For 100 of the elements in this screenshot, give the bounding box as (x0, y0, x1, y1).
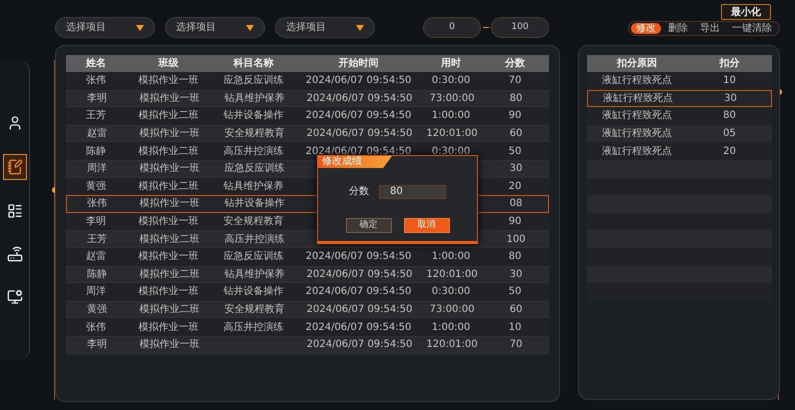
dropdown-placeholder: 选择项目 (66, 20, 106, 35)
dropdown-placeholder: 选择项目 (176, 20, 216, 35)
table-row[interactable]: 张伟 模拟作业一班 应急反应训练 2024/06/07 09:54:50 0:30:00 70 (66, 72, 549, 90)
table-cell-text: 2024/06/07 09:54:50 (306, 338, 412, 352)
max-input[interactable]: 100 (491, 17, 549, 38)
table-cell-text: 2024/06/07 09:54:50 (306, 127, 412, 142)
table-cell-text: 80 (508, 250, 522, 264)
table-cell-text: 黄强 (86, 180, 106, 194)
table-cell-text: 安全规程教育 (224, 126, 284, 142)
confirm-button[interactable]: 确定 (346, 218, 392, 233)
table-row[interactable]: 李明 模拟作业一班 钻具维护保养 2024/06/07 09:54:50 73:00:00 80 (66, 90, 549, 108)
column-header: 班级 (157, 56, 180, 71)
table-cell-text: 钻井设备操作 (224, 108, 284, 124)
table-cell-text: 2024/06/07 09:54:50 (306, 250, 412, 264)
table-cell-text: 2024/06/07 09:54:50 (306, 320, 412, 335)
table-row[interactable]: 周洋 模拟作业一班 钻井设备操作 2024/06/07 09:54:50 0:30:00 50 (66, 283, 549, 301)
table-cell-text: 钻井设备操作 (224, 196, 284, 212)
table-cell-text: 2024/06/07 09:54:50 (306, 285, 412, 300)
table-cell-text: 80 (723, 109, 736, 124)
table-cell-text: 张伟 (86, 320, 106, 335)
table-cell-text: 1:00:00 (432, 250, 470, 264)
table-row[interactable]: 液缸行程致死点 05 (587, 124, 772, 142)
table-row[interactable]: 李明 模拟作业一班 2024/06/07 09:54:50 120:01:00 70 (66, 336, 549, 354)
table-cell-text: 液缸行程致死点 (602, 126, 672, 142)
table-row[interactable]: 张伟 模拟作业一班 高压井控演练 2024/06/07 09:54:50 1:00:00 10 (66, 318, 549, 336)
table-row[interactable]: 液缸行程致死点 30 (587, 90, 772, 108)
table-row[interactable]: 液缸行程致死点 20 (587, 142, 772, 160)
table-cell-text: 1:00:00 (432, 320, 470, 335)
table-cell-text: 2024/06/07 09:54:50 (306, 109, 412, 124)
table-cell-text: 20 (723, 144, 736, 159)
min-input[interactable]: 0 (423, 17, 481, 38)
table-cell-text: 钻具维护保养 (224, 268, 284, 282)
action-tab[interactable]: 删除 (663, 23, 693, 34)
table-cell-text: 模拟作业一班 (138, 284, 198, 300)
table-cell-text: 模拟作业二班 (140, 302, 200, 318)
table-cell-text: 0:30:00 (432, 74, 470, 88)
table-row[interactable]: 液缸行程致死点 10 (587, 72, 772, 90)
action-tab[interactable]: 一键清除 (727, 23, 777, 34)
table-cell-text: 模拟作业一班 (140, 126, 200, 142)
dropdown-placeholder: 选择项目 (286, 20, 326, 35)
table-cell-text: 0:30:00 (432, 144, 470, 159)
table-cell-text: 李明 (86, 214, 106, 230)
table-cell-text: 30 (724, 92, 737, 106)
column-header: 分数 (504, 56, 526, 71)
table-cell-text: 模拟作业一班 (140, 338, 200, 352)
column-header: 扣分 (718, 56, 740, 71)
table-cell-text: 20 (508, 180, 522, 194)
table-cell-text: 周洋 (86, 285, 106, 300)
table-cell-text: 2024/06/07 09:54:50 (306, 74, 412, 88)
table-cell-text: 10 (508, 320, 522, 335)
table-cell-text: 模拟作业一班 (138, 250, 198, 264)
table-cell-text: 70 (510, 338, 522, 352)
table-cell-text: 2024/06/07 09:54:50 (306, 303, 412, 318)
dialog-title: 修改成绩 (318, 156, 392, 168)
table-cell-text: 黄强 (87, 302, 107, 318)
action-tab[interactable]: 导出 (695, 23, 725, 34)
table-cell-text: 60 (510, 127, 522, 142)
table-cell-text: 液缸行程致死点 (602, 108, 672, 124)
table-row[interactable]: 陈静 模拟作业二班 钻具维护保养 2024/06/07 09:54:50 120:01:00 30 (66, 266, 549, 284)
table-cell-text: 液缸行程致死点 (602, 144, 672, 159)
table-cell-text: 模拟作业一班 (138, 320, 198, 335)
monitor-icon (6, 289, 22, 305)
table-cell-text: 高压井控演练 (224, 144, 284, 159)
minimize-button[interactable]: 最小化 (721, 4, 771, 20)
table-row[interactable]: 黄强 模拟作业二班 安全规程教育 2024/06/07 09:54:50 73:00:00 60 (66, 300, 549, 318)
table-cell-text: 120:01:00 (426, 127, 478, 142)
table-row[interactable]: 王芳 模拟作业二班 钻井设备操作 2024/06/07 09:54:50 1:00:00 90 (66, 107, 549, 125)
table-cell-text: 液缸行程致死点 (603, 92, 673, 106)
table-cell-text: 90 (508, 109, 522, 124)
table-cell-text: 钻具维护保养 (224, 180, 284, 194)
table-cell-text: 2024/06/07 09:54:50 (306, 268, 412, 282)
table-row[interactable]: 赵雷 模拟作业一班 应急反应训练 2024/06/07 09:54:50 1:00:00 80 (66, 248, 549, 266)
table-row[interactable]: 液缸行程致死点 80 (587, 107, 772, 125)
table-cell-text: 王芳 (87, 232, 107, 247)
table-cell-text: 王芳 (86, 108, 106, 124)
table-cell-text: 05 (723, 127, 736, 142)
table-cell-text: 模拟作业二班 (138, 108, 198, 124)
person-icon (6, 115, 22, 131)
table-cell-text: 模拟作业一班 (140, 196, 200, 212)
table-cell-text: 30 (510, 162, 522, 176)
table-cell-text: 模拟作业二班 (138, 144, 198, 159)
table-cell-text: 陈静 (87, 268, 107, 282)
table-cell-text: 50 (508, 285, 522, 300)
sidebar-item[interactable] (2, 154, 26, 180)
table-cell-text: 李明 (87, 338, 107, 352)
caret-icon (246, 24, 254, 30)
table-cell-text: 液缸行程致死点 (602, 74, 672, 88)
select-dropdown[interactable]: 选择项目 (275, 17, 375, 38)
table-cell-text: 73:00:00 (430, 92, 474, 106)
list-icon (6, 203, 22, 219)
table-cell-text: 模拟作业一班 (138, 74, 198, 88)
select-dropdown[interactable]: 选择项目 (165, 17, 265, 38)
table-cell-text: 120:01:00 (426, 338, 478, 352)
select-dropdown[interactable]: 选择项目 (55, 17, 155, 38)
table-row[interactable]: 赵雷 模拟作业一班 安全规程教育 2024/06/07 09:54:50 120:01:00 60 (66, 124, 549, 142)
column-header: 科目名称 (232, 56, 274, 71)
caret-icon (136, 24, 144, 30)
table-cell-text: 高压井控演练 (224, 232, 284, 247)
table-cell-text: 60 (510, 303, 522, 318)
score-input[interactable]: 80 (379, 184, 446, 198)
